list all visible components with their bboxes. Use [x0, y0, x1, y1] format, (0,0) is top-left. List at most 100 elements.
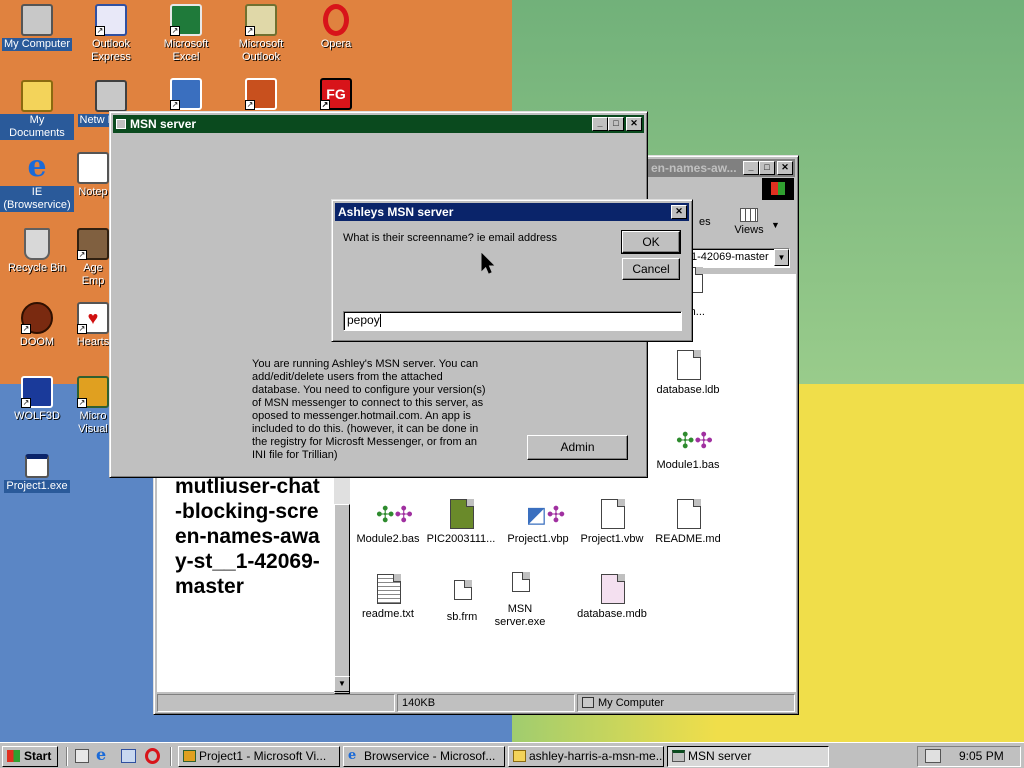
- outlook-icon: ↗: [245, 4, 277, 36]
- server-description: You are running Ashley's MSN server. You…: [252, 358, 486, 461]
- maximize-button[interactable]: □: [759, 161, 775, 175]
- file-item[interactable]: ✣✣ Module2.bas: [350, 498, 426, 546]
- access-database-icon: [596, 573, 628, 605]
- desktop-icon-hearts[interactable]: ♥ ↗ Hearts: [74, 302, 112, 349]
- outlook-express-icon: ↗: [95, 4, 127, 36]
- windows-logo-icon: [7, 750, 20, 762]
- file-item[interactable]: ✣✣ Module1.bas: [650, 424, 726, 472]
- maximize-button[interactable]: □: [608, 117, 624, 131]
- start-button[interactable]: Start: [2, 746, 58, 767]
- views-icon: [740, 208, 758, 222]
- taskbar-divider: [66, 747, 68, 766]
- desktop-icon-outlook-express[interactable]: ↗ Outlook Express: [74, 4, 148, 64]
- folder-icon: [21, 80, 53, 112]
- screenname-input[interactable]: pepoy: [343, 311, 682, 331]
- app-window-icon: [116, 119, 126, 129]
- taskbar: Start e Project1 - Microsoft Vi... e Bro…: [0, 742, 1024, 768]
- desktop-icon-excel[interactable]: ↗ Microsoft Excel: [149, 4, 223, 64]
- status-location: My Computer: [577, 694, 795, 712]
- desktop-icon-ie[interactable]: e IE (Browservice): [0, 152, 74, 212]
- fg-app-icon: FG ↗: [320, 78, 352, 110]
- file-item[interactable]: ◩✣ Project1.vbp: [500, 498, 576, 546]
- desktop-icon-shortcut-a[interactable]: ↗: [149, 78, 223, 112]
- task-explorer-folder[interactable]: ashley-harris-a-msn-me...: [508, 746, 664, 767]
- dialog-prompt: What is their screenname? ie email addre…: [343, 232, 557, 244]
- file-item[interactable]: MSN server.exe: [482, 568, 558, 629]
- desktop-icon-wolf3d[interactable]: ↗ WOLF3D: [0, 376, 74, 423]
- ok-button[interactable]: OK: [621, 230, 681, 254]
- minimize-button[interactable]: _: [592, 117, 608, 131]
- close-button[interactable]: ✕: [626, 117, 642, 131]
- vb-module-icon: ✣✣: [376, 502, 413, 527]
- opera-icon: [323, 4, 349, 36]
- clock[interactable]: 9:05 PM: [959, 747, 1004, 766]
- visual-basic-icon: [183, 750, 196, 762]
- desktop-icon-notepad[interactable]: Notep: [74, 152, 112, 199]
- mouse-pointer-icon: [481, 253, 495, 274]
- status-pane-blank: [157, 694, 395, 712]
- document-icon: [672, 498, 704, 530]
- system-tray: 9:05 PM: [917, 746, 1021, 767]
- file-item[interactable]: database.mdb: [574, 573, 650, 621]
- computer-icon: [582, 697, 594, 708]
- address-dropdown-arrow-icon[interactable]: ▼: [774, 249, 789, 266]
- network-icon: [95, 80, 127, 112]
- task-project1[interactable]: Project1 - Microsoft Vi...: [178, 746, 340, 767]
- desktop-icon-my-computer[interactable]: My Computer: [0, 4, 74, 51]
- internet-explorer-icon[interactable]: e: [96, 747, 106, 763]
- image-file-icon: [445, 498, 477, 530]
- computer-icon: [21, 4, 53, 36]
- dialog-titlebar[interactable]: Ashleys MSN server ✕: [335, 203, 689, 221]
- file-item[interactable]: README.md: [650, 498, 726, 546]
- internet-explorer-icon: e: [27, 149, 47, 184]
- scheduler-icon[interactable]: [925, 749, 941, 763]
- admin-button[interactable]: Admin: [527, 435, 628, 460]
- file-item[interactable]: readme.txt: [350, 573, 426, 621]
- desktop-icon-age-of-empires[interactable]: ↗ Age Emp: [74, 228, 112, 288]
- app-shortcut-icon: ↗: [170, 78, 202, 110]
- file-item[interactable]: PIC2003111...: [422, 498, 500, 546]
- scroll-thumb[interactable]: [334, 504, 350, 694]
- task-msn-server[interactable]: MSN server: [667, 746, 829, 767]
- views-button[interactable]: Views: [722, 208, 776, 236]
- generic-file-icon: [446, 576, 478, 608]
- desktop-icon-visual-basic[interactable]: ↗ Micro Visual: [74, 376, 112, 436]
- doom-icon: ↗: [21, 302, 53, 334]
- scroll-down-arrow-icon[interactable]: ▼: [334, 676, 350, 692]
- database-lock-icon: [672, 349, 704, 381]
- recycle-bin-icon: [24, 228, 50, 260]
- close-button[interactable]: ✕: [777, 161, 793, 175]
- address-combo[interactable]: 1-42069-master ▼: [684, 248, 790, 268]
- file-item[interactable]: database.ldb: [650, 349, 726, 397]
- close-icon[interactable]: ✕: [671, 205, 687, 219]
- minimize-button[interactable]: _: [743, 161, 759, 175]
- outlook-express-icon[interactable]: [121, 749, 136, 763]
- folder-icon: [513, 750, 526, 762]
- vb-project-icon: ◩✣: [526, 502, 566, 527]
- cancel-button[interactable]: Cancel: [622, 258, 680, 280]
- desktop-icon-doom[interactable]: ↗ DOOM: [0, 302, 74, 349]
- desktop-icon-my-documents[interactable]: My Documents: [0, 80, 74, 140]
- powerpoint-icon: ↗: [245, 78, 277, 110]
- document-icon: [596, 498, 628, 530]
- desktop-icon-outlook[interactable]: ↗ Microsoft Outlook: [224, 4, 298, 64]
- excel-icon: ↗: [170, 4, 202, 36]
- file-item[interactable]: Project1.vbw: [574, 498, 650, 546]
- views-dropdown-arrow-icon[interactable]: ▼: [771, 220, 780, 230]
- desktop-icon-fg[interactable]: FG ↗: [299, 78, 373, 112]
- msn-server-titlebar[interactable]: MSN server _ □ ✕: [113, 115, 644, 133]
- taskbar-divider: [170, 747, 172, 766]
- desktop-icon-opera[interactable]: Opera: [299, 4, 373, 51]
- show-desktop-icon[interactable]: [75, 749, 89, 763]
- desktop-icon-shortcut-b[interactable]: ↗: [224, 78, 298, 112]
- generic-file-icon: [504, 568, 536, 600]
- screenname-dialog[interactable]: Ashleys MSN server ✕ What is their scree…: [331, 199, 693, 342]
- app-window-icon: [672, 750, 685, 762]
- desktop-icon-project1-exe[interactable]: Project1.exe: [0, 454, 74, 493]
- task-browservice[interactable]: e Browservice - Microsof...: [343, 746, 505, 767]
- exe-window-icon: [25, 454, 49, 478]
- status-size: 140KB: [397, 694, 575, 712]
- visual-basic-icon: ↗: [77, 376, 109, 408]
- desktop-icon-recycle-bin[interactable]: Recycle Bin: [0, 228, 74, 275]
- opera-icon[interactable]: [145, 748, 160, 764]
